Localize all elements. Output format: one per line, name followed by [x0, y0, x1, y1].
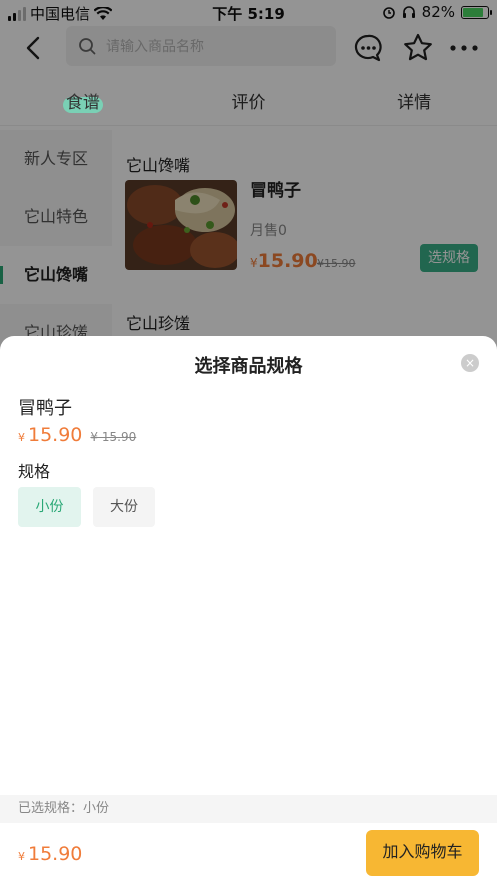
price-value: 15.90	[28, 843, 83, 865]
add-to-cart-button[interactable]: 加入购物车	[366, 830, 479, 876]
price-value: 15.90	[28, 424, 83, 446]
total-price: ¥15.90	[18, 843, 82, 865]
tab-label: 食谱	[65, 93, 100, 113]
selected-spec-text: 已选规格：小份	[0, 795, 497, 823]
close-icon[interactable]: ×	[461, 354, 479, 372]
sheet-old-price: ¥ 15.90	[90, 430, 137, 444]
sheet-price-row: ¥15.90 ¥ 15.90	[18, 424, 136, 446]
sheet-price: ¥15.90	[18, 424, 82, 446]
spec-option-small[interactable]: 小份	[18, 487, 81, 527]
spec-label: 规格	[18, 462, 51, 481]
checkout-bar: ¥15.90 加入购物车	[0, 823, 497, 883]
currency-symbol: ¥	[18, 431, 25, 444]
sheet-title: 选择商品规格	[194, 356, 303, 377]
spec-option-large[interactable]: 大份	[93, 487, 155, 527]
currency-symbol: ¥	[18, 850, 25, 863]
sheet-item-name: 冒鸭子	[18, 398, 72, 419]
spec-sheet: 选择商品规格 × 冒鸭子 ¥15.90 ¥ 15.90 规格 小份 大份 已选规…	[0, 336, 497, 883]
